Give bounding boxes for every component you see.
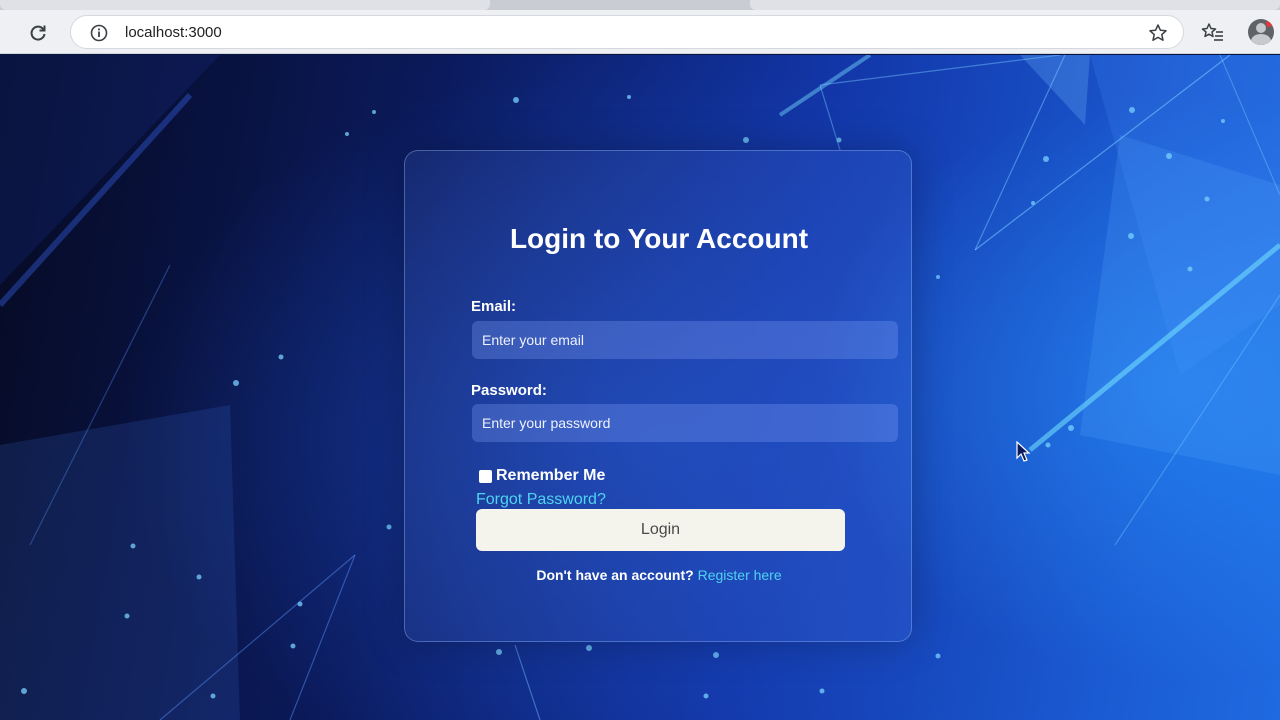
remember-me-checkbox[interactable] [479,469,492,483]
profile-icon [1256,23,1266,33]
browser-toolbar: localhost:3000 [0,10,1280,54]
register-prompt: Don't have an account? [536,567,698,583]
reload-icon [30,25,46,41]
password-field[interactable] [472,404,898,442]
browser-tab[interactable] [750,0,1280,10]
favorites-button[interactable] [1200,21,1226,45]
star-icon [1149,24,1167,41]
address-bar[interactable]: localhost:3000 [70,15,1184,49]
email-field[interactable] [472,321,898,359]
forgot-password-link[interactable]: Forgot Password? [476,491,606,509]
tab-strip [0,0,1280,10]
page-title: Login to Your Account [509,223,809,254]
register-row: Don't have an account? Register here [405,567,913,583]
notification-dot [1266,20,1273,27]
password-label: Password: [471,382,547,399]
reload-button[interactable] [24,19,52,47]
profile-button[interactable] [1248,19,1274,45]
mouse-cursor-icon [1016,441,1031,462]
login-card: Login to Your Account Email: Password: R… [404,150,912,642]
page-viewport: Login to Your Account Email: Password: R… [0,55,1280,720]
browser-tab[interactable] [0,0,490,10]
favorites-icon [1201,23,1223,41]
email-label: Email: [471,298,517,315]
info-icon [90,24,108,42]
register-link[interactable]: Register here [698,567,782,583]
bookmark-button[interactable] [1147,22,1169,44]
remember-me-row[interactable]: Remember Me [479,466,605,486]
remember-me-label[interactable]: Remember Me [496,467,605,485]
login-button[interactable]: Login [476,509,845,551]
url-text[interactable]: localhost:3000 [125,24,222,41]
site-info-button[interactable] [89,23,109,43]
